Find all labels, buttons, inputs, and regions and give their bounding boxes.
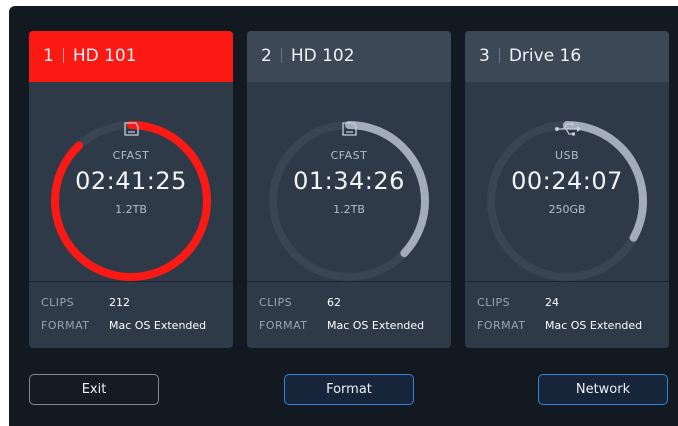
clips-row: CLIPS 212 [41,296,130,309]
card-header: 3 Drive 16 [465,31,669,82]
clips-label: CLIPS [259,296,293,309]
card-name: HD 102 [290,46,355,66]
format-label: FORMAT [41,319,90,332]
cfast-card-icon [342,122,357,136]
format-row: FORMAT Mac OS Extended [41,319,206,332]
remaining-timecode: 00:24:07 [511,167,623,195]
clips-value: 212 [109,296,130,309]
clips-row: CLIPS 62 [259,296,341,309]
media-type-label: USB [554,149,580,162]
clips-row: CLIPS 24 [477,296,559,309]
card-header: 2 HD 102 [247,31,451,82]
clips-label: CLIPS [477,296,511,309]
card-divider [247,281,451,282]
remaining-timecode: 02:41:25 [75,167,187,195]
storage-screen: 1 HD 101 CFAST 02:41:25 1.2TB CLIPS 212 FO… [9,6,678,426]
media-type-label: CFAST [330,149,368,162]
card-divider [29,281,233,282]
header-separator [62,48,64,63]
format-label: FORMAT [477,319,526,332]
media-type-label: CFAST [112,149,150,162]
media-capacity: 250GB [548,203,586,216]
card-number: 3 [479,46,490,66]
header-separator [498,48,500,63]
cfast-card-icon [124,122,139,136]
media-card-1[interactable]: 1 HD 101 CFAST 02:41:25 1.2TB CLIPS 212 FO… [29,31,233,348]
media-card-3[interactable]: 3 Drive 16 USB 00:24:07 250GB CLIPS 24 FOR… [465,31,669,348]
clips-value: 24 [545,296,559,309]
format-value: Mac OS Extended [545,319,643,332]
format-button[interactable]: Format [284,374,414,405]
card-name: Drive 16 [508,46,582,66]
clips-label: CLIPS [41,296,75,309]
media-capacity: 1.2TB [115,203,147,216]
card-number: 2 [261,46,272,66]
usb-icon [555,122,581,136]
card-divider [465,281,669,282]
ring-progress [51,121,211,281]
format-row: FORMAT Mac OS Extended [259,319,424,332]
clips-value: 62 [327,296,341,309]
exit-button[interactable]: Exit [29,374,159,405]
card-header: 1 HD 101 [29,31,233,82]
media-card-2[interactable]: 2 HD 102 CFAST 01:34:26 1.2TB CLIPS 62 FOR… [247,31,451,348]
format-value: Mac OS Extended [327,319,425,332]
media-capacity: 1.2TB [333,203,365,216]
header-separator [280,48,282,63]
card-number: 1 [43,46,54,66]
remaining-timecode: 01:34:26 [293,167,405,195]
format-label: FORMAT [259,319,308,332]
format-value: Mac OS Extended [109,319,207,332]
network-button[interactable]: Network [538,374,668,405]
card-name: HD 101 [72,46,137,66]
format-row: FORMAT Mac OS Extended [477,319,642,332]
